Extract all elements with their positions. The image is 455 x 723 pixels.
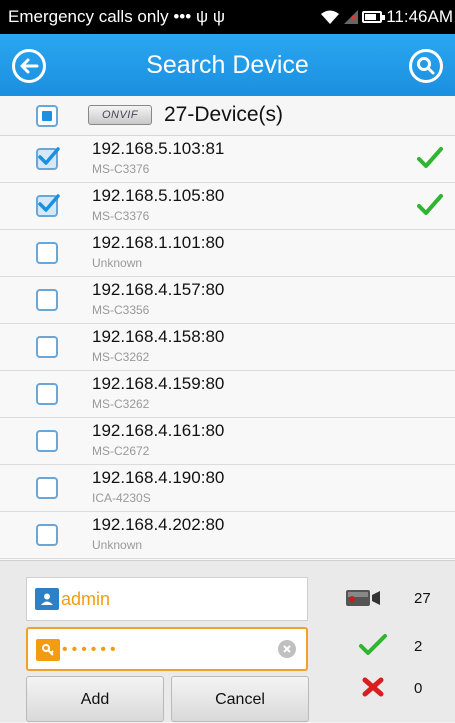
device-model: Unknown xyxy=(92,256,143,270)
device-checkbox[interactable] xyxy=(36,289,58,311)
clock: 11:46AM xyxy=(386,7,453,26)
device-row[interactable]: 192.168.5.103:81 MS-C3376 xyxy=(0,136,455,183)
check-icon xyxy=(38,194,60,212)
device-checkbox[interactable] xyxy=(36,477,58,499)
password-field[interactable]: •••••• xyxy=(26,627,308,671)
device-row[interactable]: 192.168.4.158:80 MS-C3262 xyxy=(0,324,455,371)
camera-icon xyxy=(346,590,380,606)
clear-icon[interactable] xyxy=(278,640,296,658)
cancel-button[interactable]: Cancel xyxy=(171,676,309,722)
search-icon xyxy=(417,57,435,75)
checkmark-icon xyxy=(417,194,443,215)
device-checkbox[interactable] xyxy=(36,336,58,358)
status-right: 11:46AM xyxy=(320,7,453,27)
device-ip: 192.168.4.159:80 xyxy=(92,374,225,393)
device-checkbox[interactable] xyxy=(36,383,58,405)
usb-icon: ψ xyxy=(195,7,209,26)
device-model: Unknown xyxy=(92,538,143,552)
device-checkbox[interactable] xyxy=(36,524,58,546)
search-button[interactable] xyxy=(409,49,443,83)
device-ip: 192.168.4.202:80 xyxy=(92,515,225,534)
total-count: 27 xyxy=(414,590,431,607)
wifi-icon xyxy=(321,10,340,24)
onvif-badge: ONVIF xyxy=(88,105,152,125)
checkmark-icon xyxy=(417,147,443,168)
check-icon xyxy=(38,147,60,165)
checkmark-icon xyxy=(359,634,387,655)
status-left: Emergency calls only ••• ψ ψ xyxy=(8,7,225,27)
device-ip: 192.168.4.161:80 xyxy=(92,421,225,440)
select-all-checkbox[interactable] xyxy=(36,105,58,127)
device-checkbox[interactable] xyxy=(36,430,58,452)
signal-icon xyxy=(344,10,359,24)
device-model: MS-C3262 xyxy=(92,350,150,364)
page-title: Search Device xyxy=(146,51,309,79)
device-model: MS-C2672 xyxy=(92,444,150,458)
device-row[interactable]: 192.168.4.202:80 Unknown xyxy=(0,512,455,559)
user-icon xyxy=(35,588,59,610)
login-panel: •••••• Add Cancel 27 2 0 xyxy=(0,560,455,722)
device-checkbox[interactable] xyxy=(36,242,58,264)
title-bar: Search Device xyxy=(0,34,455,96)
device-model: MS-C3376 xyxy=(92,209,150,223)
device-model: MS-C3376 xyxy=(92,162,150,176)
carrier-text: Emergency calls only xyxy=(8,7,169,26)
password-input[interactable]: •••••• xyxy=(62,641,262,659)
failed-count: 0 xyxy=(414,680,423,697)
key-icon xyxy=(36,639,60,661)
device-row[interactable]: 192.168.5.105:80 MS-C3376 xyxy=(0,183,455,230)
device-ip: 192.168.5.103:81 xyxy=(92,139,225,158)
username-input[interactable] xyxy=(61,589,261,610)
add-button[interactable]: Add xyxy=(26,676,164,722)
device-ip: 192.168.4.190:80 xyxy=(92,468,225,487)
battery-icon xyxy=(362,11,386,23)
device-row[interactable]: 192.168.4.190:80 ICA-4230S xyxy=(0,465,455,512)
device-model: ICA-4230S xyxy=(92,491,151,505)
username-field[interactable] xyxy=(26,577,308,621)
cross-icon xyxy=(362,677,384,697)
device-row[interactable]: 192.168.4.157:80 MS-C3356 xyxy=(0,277,455,324)
device-model: MS-C3262 xyxy=(92,397,150,411)
device-list[interactable]: 192.168.5.103:81 MS-C3376 192.168.5.105:… xyxy=(0,136,455,560)
device-ip: 192.168.5.105:80 xyxy=(92,186,225,205)
device-row[interactable]: 192.168.1.101:80 Unknown xyxy=(0,230,455,277)
more-notifications-icon: ••• xyxy=(173,7,192,26)
device-checkbox[interactable] xyxy=(36,147,60,170)
device-ip: 192.168.4.157:80 xyxy=(92,280,225,299)
device-row[interactable]: 192.168.4.161:80 MS-C2672 xyxy=(0,418,455,465)
status-bar: Emergency calls only ••• ψ ψ 11:46AM xyxy=(0,0,455,34)
device-model: MS-C3356 xyxy=(92,303,150,317)
device-count: 27-Device(s) xyxy=(164,103,284,126)
device-row[interactable]: 192.168.4.159:80 MS-C3262 xyxy=(0,371,455,418)
usb-debug-icon: ψ xyxy=(212,7,225,26)
device-list-header: ONVIF 27-Device(s) xyxy=(0,96,455,136)
success-count: 2 xyxy=(414,638,423,655)
device-ip: 192.168.4.158:80 xyxy=(92,327,225,346)
device-ip: 192.168.1.101:80 xyxy=(92,233,225,252)
device-checkbox[interactable] xyxy=(36,194,60,217)
